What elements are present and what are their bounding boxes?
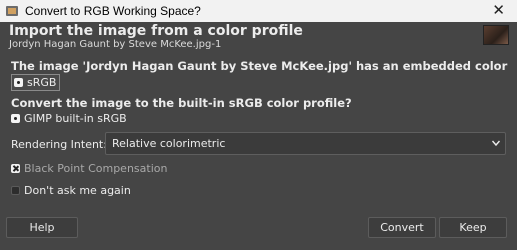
image-name: Jordyn Hagan Gaunt by Steve McKee.jpg-1	[9, 39, 222, 50]
rendering-intent-select[interactable]: Relative colorimetric	[105, 132, 506, 155]
profile-bullet-icon	[11, 114, 20, 123]
profile-bullet-icon	[14, 78, 23, 87]
help-button[interactable]: Help	[6, 217, 78, 238]
embedded-profile-item: sRGB	[11, 74, 61, 91]
embedded-profile-label: sRGB	[27, 76, 57, 89]
builtin-profile-label: GIMP built-in sRGB	[24, 112, 127, 125]
chevron-down-icon	[492, 140, 500, 147]
builtin-profile-item: GIMP built-in sRGB	[11, 111, 127, 126]
gimp-app-icon	[6, 6, 18, 16]
image-thumbnail	[483, 25, 509, 45]
dont-ask-again-option[interactable]: Don't ask me again	[11, 184, 131, 197]
close-icon[interactable]: ✕	[492, 1, 505, 19]
convert-question: Convert the image to the built-in sRGB c…	[11, 96, 352, 110]
black-point-compensation-option[interactable]: Black Point Compensation	[11, 162, 167, 175]
window-title: Convert to RGB Working Space?	[25, 4, 201, 18]
window-titlebar: Convert to RGB Working Space? ✕	[0, 0, 517, 22]
rendering-intent-label: Rendering Intent:	[11, 138, 107, 151]
rendering-intent-value: Relative colorimetric	[112, 137, 226, 150]
convert-button[interactable]: Convert	[368, 217, 436, 238]
dialog-title: Import the image from a color profile	[9, 23, 303, 39]
dont-ask-checkbox[interactable]	[11, 186, 20, 195]
embedded-profile-message: The image 'Jordyn Hagan Gaunt by Steve M…	[11, 59, 508, 87]
dont-ask-label: Don't ask me again	[24, 184, 131, 197]
black-point-label: Black Point Compensation	[24, 162, 168, 175]
convert-dialog: Import the image from a color profile Jo…	[6, 22, 512, 244]
keep-button[interactable]: Keep	[439, 217, 507, 238]
black-point-checkbox[interactable]	[11, 164, 20, 173]
